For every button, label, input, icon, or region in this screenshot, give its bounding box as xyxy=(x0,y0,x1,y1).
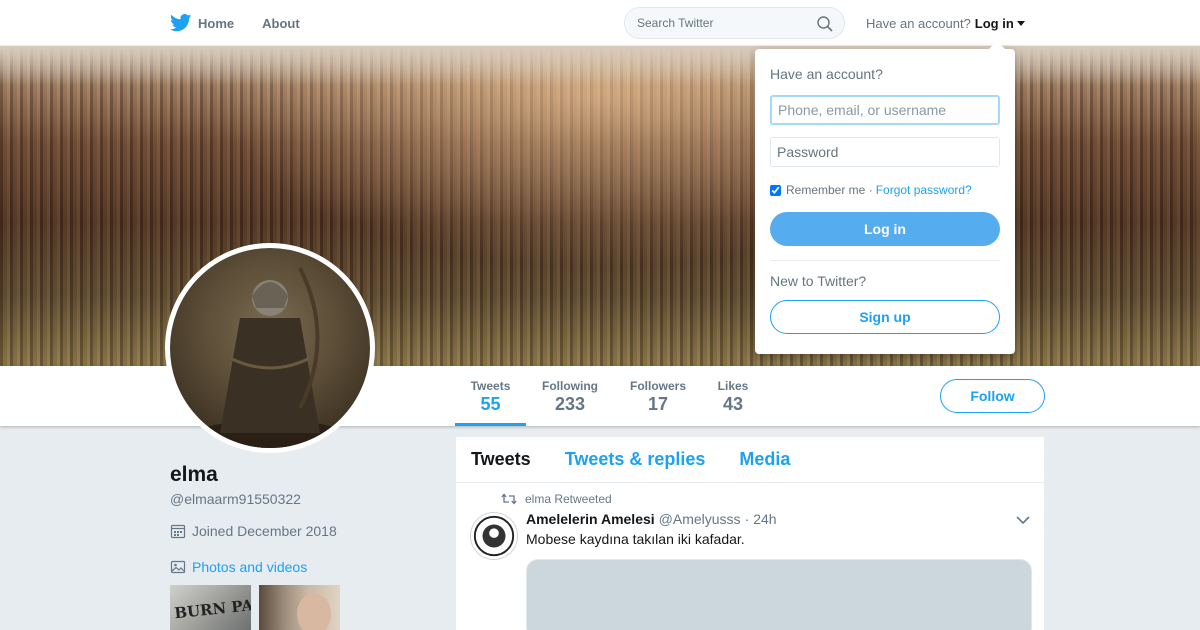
stat-following-value: 233 xyxy=(554,394,586,414)
remember-me-checkbox[interactable] xyxy=(770,184,781,196)
password-field[interactable] xyxy=(770,137,1000,167)
login-toggle: Have an account? Log in xyxy=(866,16,1025,31)
tweet-text: Mobese kaydına takılan iki kafadar. xyxy=(526,531,745,547)
photos-and-videos-link[interactable]: Photos and videos xyxy=(170,559,307,575)
follow-button[interactable]: Follow xyxy=(940,379,1045,413)
tweet-author-handle[interactable]: @Amelyusss xyxy=(659,511,741,527)
stat-likes-value: 43 xyxy=(722,394,744,414)
dropdown-divider xyxy=(770,260,1000,261)
stat-likes-label: Likes xyxy=(717,379,749,393)
top-nav-bar: Home About Have an account? Log in xyxy=(0,0,1200,46)
search-icon[interactable] xyxy=(817,16,833,32)
tab-media[interactable]: Media xyxy=(739,449,790,470)
retweet-text: elma Retweeted xyxy=(525,492,612,506)
author-avatar-emblem xyxy=(473,515,515,557)
signup-button[interactable]: Sign up xyxy=(770,300,1000,334)
remember-me-row: Remember me · Forgot password? xyxy=(770,183,972,197)
nav-about[interactable]: About xyxy=(262,16,300,31)
username-field[interactable] xyxy=(770,95,1000,125)
profile-avatar[interactable] xyxy=(165,243,375,453)
login-dropdown: Have an account? Remember me · Forgot pa… xyxy=(755,41,1015,354)
stat-tweets-label: Tweets xyxy=(470,379,511,393)
tweet-header: Amelelerin Amelesi @Amelyusss · 24h xyxy=(526,511,777,527)
stat-followers-label: Followers xyxy=(629,379,686,393)
nav-home-label: Home xyxy=(198,15,235,31)
have-account-text: Have an account? xyxy=(866,16,971,31)
banner-sky xyxy=(0,46,1200,86)
caret-down-icon[interactable] xyxy=(1016,21,1025,26)
login-button[interactable]: Log in xyxy=(770,212,1000,246)
stat-followers[interactable]: Followers 17 xyxy=(626,366,690,426)
forgot-password-link[interactable]: Forgot password? xyxy=(876,183,972,197)
tweet-timestamp[interactable]: 24h xyxy=(753,511,776,527)
tweet-separator: · xyxy=(744,511,750,527)
tab-tweets-replies[interactable]: Tweets & replies xyxy=(565,449,706,470)
remember-me-label: Remember me · xyxy=(786,183,873,197)
thumbnail-sign-text: BURN PARIS. Defend xyxy=(173,586,251,623)
timeline-tabs: Tweets Tweets & replies Media xyxy=(456,437,1044,483)
twitter-bird-icon xyxy=(170,14,192,32)
login-dropdown-toggle[interactable]: Log in xyxy=(975,16,1014,31)
stat-tweets[interactable]: Tweets 55 xyxy=(455,366,526,426)
photo-thumbnail[interactable] xyxy=(259,585,340,630)
chevron-down-icon[interactable] xyxy=(1016,515,1030,525)
stat-likes[interactable]: Likes 43 xyxy=(713,366,753,426)
nav-home[interactable]: Home xyxy=(170,14,234,32)
stat-following-label: Following xyxy=(542,379,598,393)
nav-about-label: About xyxy=(262,15,300,31)
photo-thumbnail[interactable]: BURN PARIS. Defend xyxy=(170,585,251,630)
joined-text: Joined December 2018 xyxy=(192,523,337,539)
calendar-icon xyxy=(170,524,186,539)
profile-handle: @elmaarm91550322 xyxy=(170,491,301,507)
tweet-author-avatar[interactable] xyxy=(470,512,518,560)
nav-left: Home About xyxy=(170,0,328,46)
thumbnail-face xyxy=(297,593,331,630)
stat-followers-value: 17 xyxy=(647,394,669,414)
photos-label: Photos and videos xyxy=(192,559,308,575)
timeline: Tweets Tweets & replies Media elma Retwe… xyxy=(456,437,1044,630)
new-to-twitter-text: New to Twitter? xyxy=(770,273,867,289)
search-box[interactable] xyxy=(624,7,845,39)
tweet-author-name[interactable]: Amelelerin Amelesi xyxy=(526,511,655,527)
retweet-icon xyxy=(501,493,517,505)
avatar-figure-image xyxy=(190,267,350,448)
image-icon xyxy=(170,560,186,574)
tab-tweets[interactable]: Tweets xyxy=(471,449,531,470)
joined-date: Joined December 2018 xyxy=(170,523,337,539)
dropdown-arrow xyxy=(989,41,1005,49)
search-input[interactable] xyxy=(637,16,807,30)
tweet-media[interactable] xyxy=(526,559,1032,630)
stat-following[interactable]: Following 233 xyxy=(538,366,602,426)
stat-tweets-value: 55 xyxy=(480,394,501,414)
dropdown-title: Have an account? xyxy=(770,66,883,82)
profile-name: elma xyxy=(170,463,218,486)
retweet-context: elma Retweeted xyxy=(501,492,612,506)
